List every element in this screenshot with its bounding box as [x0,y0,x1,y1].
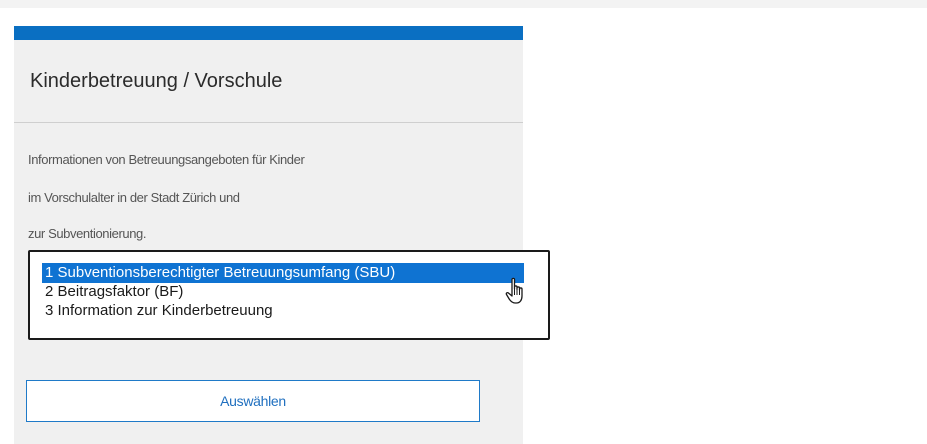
listbox-option-bf[interactable]: 2 Beitragsfaktor (BF) [42,282,187,302]
hand-pointer-icon [505,277,523,304]
service-card: Kinderbetreuung / Vorschule Informatione… [14,26,550,444]
card-title: Kinderbetreuung / Vorschule [30,70,283,92]
description-line: im Vorschulalter in der Stadt Zürich und [28,190,240,205]
description-line: Informationen von Betreuungsangeboten fü… [28,152,305,167]
card-divider [14,122,523,123]
top-strip [0,0,927,8]
listbox-option-kinderbetreuung[interactable]: 3 Information zur Kinderbetreuung [42,301,277,321]
select-button[interactable]: Auswählen [26,380,480,422]
options-listbox[interactable]: 1 Subventionsberechtigter Betreuungsumfa… [28,250,550,340]
listbox-option-sbu[interactable]: 1 Subventionsberechtigter Betreuungsumfa… [42,263,524,283]
card-accent-bar [14,26,523,40]
description-line: zur Subventionierung. [28,226,147,241]
